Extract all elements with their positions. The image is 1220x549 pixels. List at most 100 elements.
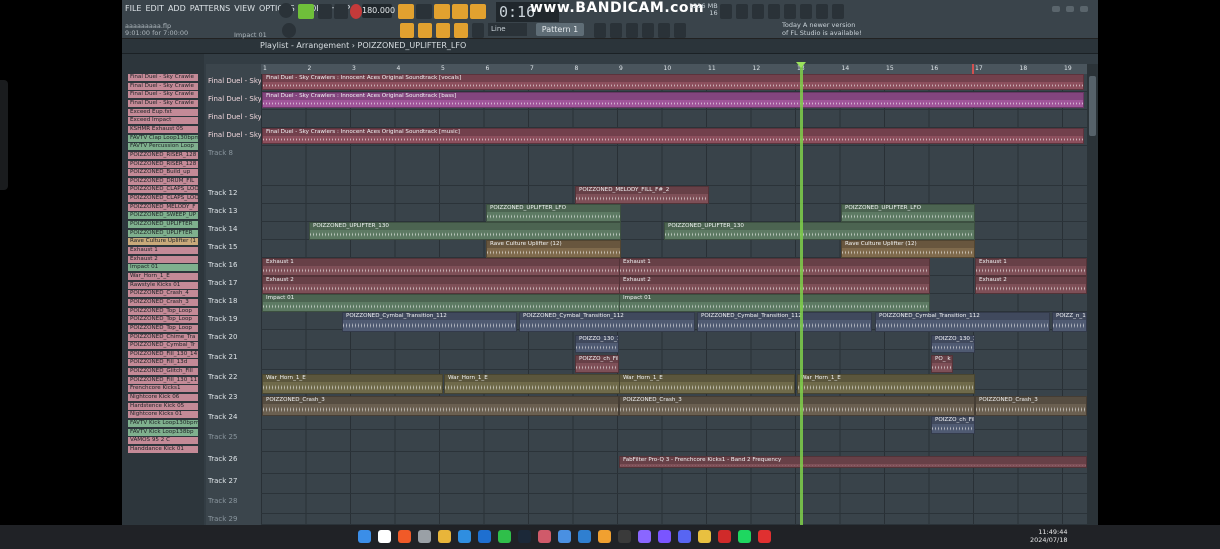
browser-item[interactable]: POIZZONED_Fill_130_11 <box>128 376 198 384</box>
browser-item[interactable]: Handdance Kick 01 <box>128 445 198 453</box>
browser-item[interactable]: POIZZONED_UPLIFTER <box>128 229 198 237</box>
close-icon[interactable] <box>736 4 748 19</box>
brush-icon[interactable] <box>454 23 468 38</box>
playlist-clip[interactable]: Exhaust 2 <box>619 276 930 294</box>
windows-icon[interactable] <box>358 530 371 543</box>
browser-item[interactable]: Impact 01 <box>128 264 198 272</box>
browser-item[interactable]: Nightcore Kicks 01 <box>128 411 198 419</box>
playhead-marker-icon[interactable] <box>796 62 806 68</box>
track-header[interactable]: Track 18 <box>206 294 261 312</box>
browser-item[interactable]: POIZZONED_Glitch_Fill <box>128 368 198 376</box>
browser-item[interactable]: Rawstyle Kicks 01 <box>128 281 198 289</box>
menu-item-add[interactable]: ADD <box>168 4 186 13</box>
playlist-clip[interactable]: War_Horn_1_E <box>797 374 975 394</box>
browser-item[interactable]: POIZZONED_Top_Loop <box>128 316 198 324</box>
browser-item[interactable]: POIZZONED_Cymbal_Tr <box>128 342 198 350</box>
settings-icon[interactable] <box>418 530 431 543</box>
play-button[interactable] <box>318 4 332 19</box>
browser-icon[interactable] <box>658 23 670 38</box>
loop-record-button[interactable] <box>470 4 486 19</box>
playlist-clip[interactable]: Rave Culture Uplifter (12) <box>841 240 975 258</box>
browser-item[interactable]: VAMOS 95 2 C <box>128 437 198 445</box>
browser-item[interactable]: Exhaust 1 <box>128 247 198 254</box>
playlist-clip[interactable]: POIZZONED_Cymbal_Transition_112 <box>697 312 872 332</box>
browser-item[interactable]: Exhaust 2 <box>128 255 198 263</box>
track-lane[interactable] <box>261 350 1087 370</box>
browser-item[interactable]: POIZZONED_Fill_130_14 <box>128 350 198 358</box>
track-header[interactable]: Final Duel - Sky Cr <box>206 128 261 146</box>
playlist-clip[interactable]: Impact 01 <box>619 294 930 312</box>
record-icon[interactable] <box>758 530 771 543</box>
track-header[interactable]: Track 14 <box>206 222 261 240</box>
playlist-clip[interactable]: Final Duel - Sky Crawlers : Innocent Ace… <box>262 92 1084 108</box>
mail-icon[interactable] <box>478 530 491 543</box>
folder-icon[interactable] <box>438 530 451 543</box>
track-header[interactable]: Track 8 <box>206 146 261 186</box>
playlist-clip[interactable]: Final Duel - Sky Crawlers : Innocent Ace… <box>262 74 1084 90</box>
channel-rack-icon[interactable] <box>626 23 638 38</box>
aftereffects-icon[interactable] <box>658 530 671 543</box>
playlist-clip[interactable]: Rave Culture Uplifter (12) <box>486 240 621 258</box>
track-header[interactable]: Track 25 <box>206 430 261 452</box>
wait-button[interactable] <box>416 4 432 19</box>
track-header[interactable]: Track 19 <box>206 312 261 330</box>
countdown-button[interactable] <box>434 4 450 19</box>
playlist-clip[interactable]: POIZZO_130_11 <box>575 335 619 353</box>
browser-item[interactable]: POIZZONED_DRUM_FIL <box>128 177 198 185</box>
playlist-clip[interactable]: War_Horn_1_E <box>444 374 620 394</box>
track-lane[interactable] <box>261 110 1087 128</box>
plugin-picker-icon[interactable] <box>674 23 686 38</box>
maximize-icon[interactable] <box>1066 6 1074 12</box>
playlist-clip[interactable]: POIZZONED_UPLIFTER_LFO <box>486 204 621 222</box>
track-header[interactable]: Track 27 <box>206 474 261 494</box>
playlist-clip[interactable]: POIZZONED_UPLIFTER_LFO <box>841 204 975 222</box>
mic-icon[interactable] <box>720 4 732 19</box>
browser-item[interactable]: POIZZONED_CLAPS_LOO <box>128 186 198 194</box>
track-header[interactable]: Track 29 <box>206 514 261 525</box>
search-icon[interactable] <box>378 530 391 543</box>
flstudio-icon[interactable] <box>598 530 611 543</box>
vscode-icon[interactable] <box>578 530 591 543</box>
browser-item[interactable]: POIZZONED_SWEEP_UP <box>128 212 198 220</box>
timeline-ruler[interactable]: 12345678910111213141516171819 <box>261 64 1087 74</box>
record-settings-icon[interactable] <box>752 4 764 19</box>
browser-item[interactable]: POIZZONED_Crash_4 <box>128 290 198 298</box>
playlist-clip[interactable]: FabFilter Pro-Q 3 - Frenchcore Kicks1 - … <box>619 456 1087 468</box>
master-volume-knob[interactable] <box>279 3 293 18</box>
menu-item-file[interactable]: FILE <box>125 4 141 13</box>
playlist-clip[interactable]: Exhaust 2 <box>975 276 1087 294</box>
stop-button[interactable] <box>334 4 348 19</box>
scrollbar-thumb[interactable] <box>1089 76 1096 136</box>
browser-item[interactable]: Final Duel - Sky Crawle <box>128 99 198 107</box>
playlist-clip[interactable]: Impact 01 <box>262 294 620 312</box>
browser-item[interactable]: Hardstence Kick 05 <box>128 402 198 410</box>
snap-magnet-icon[interactable] <box>472 23 484 38</box>
browser-item[interactable]: KSHMR Exhaust 05 <box>128 125 198 133</box>
edge-icon[interactable] <box>458 530 471 543</box>
playlist-clip[interactable]: POIZZONED_Cymbal_Transition_112 <box>342 312 517 332</box>
track-header[interactable]: Track 20 <box>206 330 261 350</box>
news-panel[interactable]: Today A newer version of FL Studio is av… <box>782 21 862 37</box>
link-icon[interactable] <box>436 23 450 38</box>
game-icon[interactable] <box>538 530 551 543</box>
piano-roll-icon[interactable] <box>610 23 622 38</box>
track-header[interactable]: Final Duel - Sky Cr <box>206 92 261 110</box>
browser-item[interactable]: Final Duel - Sky Crawle <box>128 82 198 90</box>
browser-item[interactable]: FAVTV Percussion Loop <box>128 143 198 151</box>
track-lane[interactable] <box>261 514 1087 525</box>
chat-icon[interactable] <box>816 4 828 19</box>
pattern-select[interactable]: Pattern 1 <box>536 23 584 36</box>
playhead[interactable] <box>800 64 803 525</box>
track-header[interactable]: Track 22 <box>206 370 261 390</box>
browser-item[interactable]: Frenchcore Kicks1 <box>128 385 198 393</box>
browser-item[interactable]: POIZZONED_Chime_Tra <box>128 333 198 341</box>
browser-item[interactable]: POIZZONED_UPLIFTER <box>128 221 198 229</box>
track-header[interactable]: Track 28 <box>206 494 261 514</box>
song-end-marker[interactable] <box>972 64 974 74</box>
playlist-clip[interactable]: POIZZONED_UPLIFTER_130 <box>309 222 621 240</box>
menu-item-patterns[interactable]: PATTERNS <box>190 4 230 13</box>
track-header[interactable]: Track 17 <box>206 276 261 294</box>
playlist-clip[interactable]: POIZZONED_Crash_3 <box>975 396 1087 416</box>
playlist-clip[interactable]: PO_ k <box>931 355 953 373</box>
browser-item[interactable]: POIZZONED_Crash_3 <box>128 298 198 306</box>
